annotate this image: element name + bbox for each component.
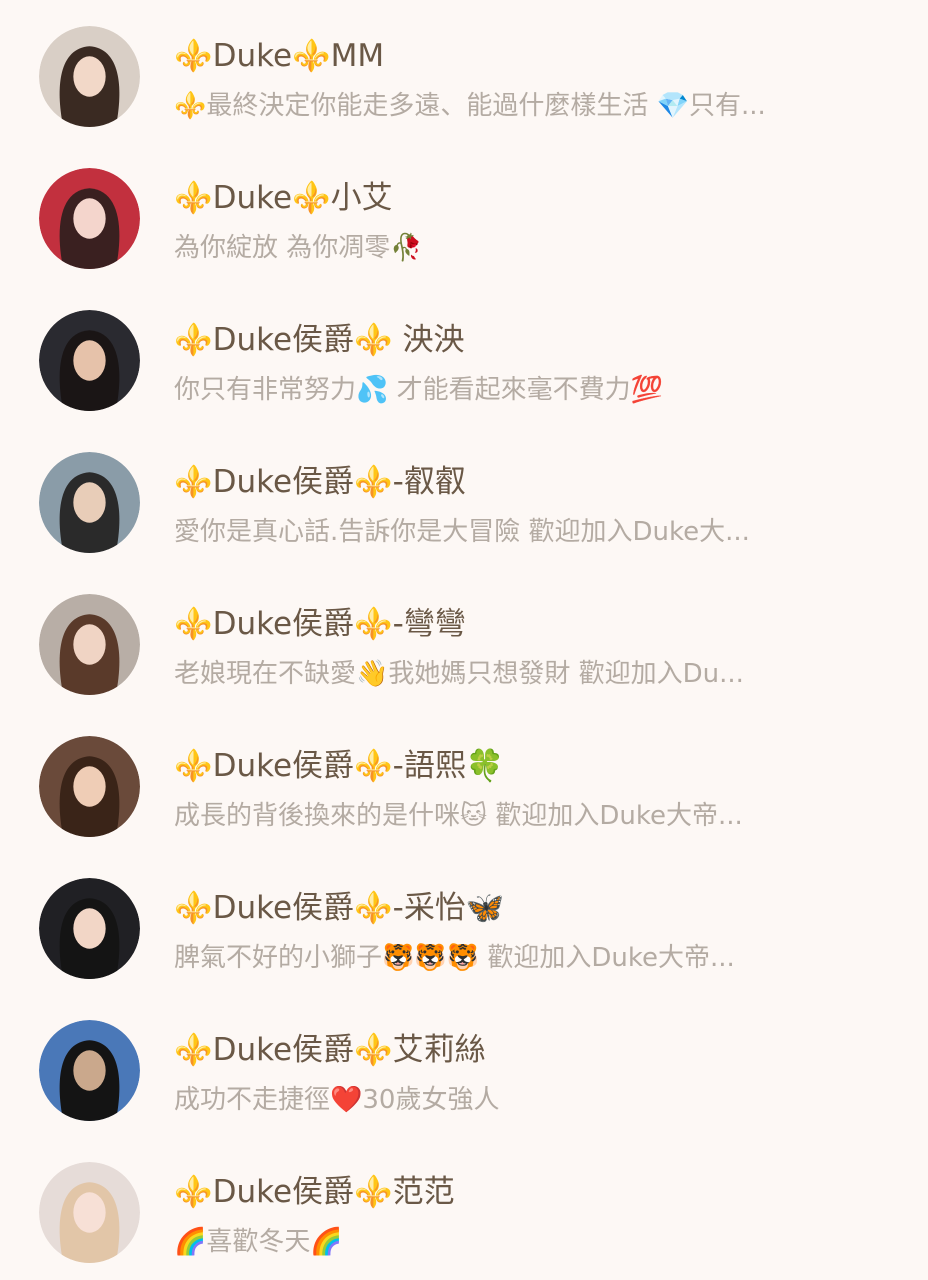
contact-name: ⚜️Duke⚜️小艾 <box>174 180 393 216</box>
contact-name: ⚜️Duke侯爵⚜️ 泱泱 <box>174 322 465 358</box>
avatar[interactable] <box>39 452 140 553</box>
avatar[interactable] <box>39 168 140 269</box>
chat-list-item[interactable]: ⚜️Duke侯爵⚜️-語熙🍀 成長的背後換來的是什咪🐱 歡迎加入Duke大帝..… <box>0 710 928 852</box>
contact-name: ⚜️Duke侯爵⚜️-彎彎 <box>174 606 466 642</box>
last-message: ⚜️最終決定你能走多遠、能過什麼樣生活 💎只有... <box>174 91 766 121</box>
last-message: 🌈喜歡冬天🌈 <box>174 1227 343 1257</box>
last-message: 成功不走捷徑❤️30歲女強人 <box>174 1085 500 1115</box>
chat-list-item[interactable]: ⚜️Duke⚜️MM ⚜️最終決定你能走多遠、能過什麼樣生活 💎只有... <box>0 0 928 142</box>
chat-list-item[interactable]: ⚜️Duke侯爵⚜️ 泱泱 你只有非常努力💦 才能看起來毫不費力💯 <box>0 284 928 426</box>
chat-list-item[interactable]: ⚜️Duke侯爵⚜️-叡叡 愛你是真心話.告訴你是大冒險 歡迎加入Duke大..… <box>0 426 928 568</box>
last-message: 脾氣不好的小獅子🐯🐯🐯 歡迎加入Duke大帝... <box>174 943 735 973</box>
contact-name: ⚜️Duke侯爵⚜️-叡叡 <box>174 464 466 500</box>
last-message: 為你綻放 為你凋零🥀 <box>174 233 423 263</box>
avatar[interactable] <box>39 594 140 695</box>
avatar[interactable] <box>39 736 140 837</box>
avatar[interactable] <box>39 26 140 127</box>
avatar[interactable] <box>39 878 140 979</box>
last-message: 愛你是真心話.告訴你是大冒險 歡迎加入Duke大... <box>174 517 750 547</box>
last-message: 成長的背後換來的是什咪🐱 歡迎加入Duke大帝... <box>174 801 743 831</box>
contact-name: ⚜️Duke侯爵⚜️-采怡🦋 <box>174 890 505 926</box>
chat-list-item[interactable]: ⚜️Duke侯爵⚜️-彎彎 老娘現在不缺愛👋我她媽只想發財 歡迎加入Du... <box>0 568 928 710</box>
avatar[interactable] <box>39 310 140 411</box>
chat-list-item[interactable]: ⚜️Duke侯爵⚜️艾莉絲 成功不走捷徑❤️30歲女強人 <box>0 994 928 1136</box>
contact-name: ⚜️Duke⚜️MM <box>174 38 385 74</box>
contact-name: ⚜️Duke侯爵⚜️艾莉絲 <box>174 1032 486 1068</box>
chat-list-item[interactable]: ⚜️Duke侯爵⚜️范范 🌈喜歡冬天🌈 <box>0 1136 928 1278</box>
chat-list-item[interactable]: ⚜️Duke⚜️小艾 為你綻放 為你凋零🥀 <box>0 142 928 284</box>
avatar[interactable] <box>39 1162 140 1263</box>
contact-name: ⚜️Duke侯爵⚜️-語熙🍀 <box>174 748 505 784</box>
contact-name: ⚜️Duke侯爵⚜️范范 <box>174 1174 455 1210</box>
last-message: 你只有非常努力💦 才能看起來毫不費力💯 <box>174 375 664 405</box>
chat-list-item[interactable]: ⚜️Duke侯爵⚜️-采怡🦋 脾氣不好的小獅子🐯🐯🐯 歡迎加入Duke大帝... <box>0 852 928 994</box>
chat-list: ⚜️Duke⚜️MM ⚜️最終決定你能走多遠、能過什麼樣生活 💎只有... ⚜️… <box>0 0 928 1280</box>
last-message: 老娘現在不缺愛👋我她媽只想發財 歡迎加入Du... <box>174 659 744 689</box>
avatar[interactable] <box>39 1020 140 1121</box>
